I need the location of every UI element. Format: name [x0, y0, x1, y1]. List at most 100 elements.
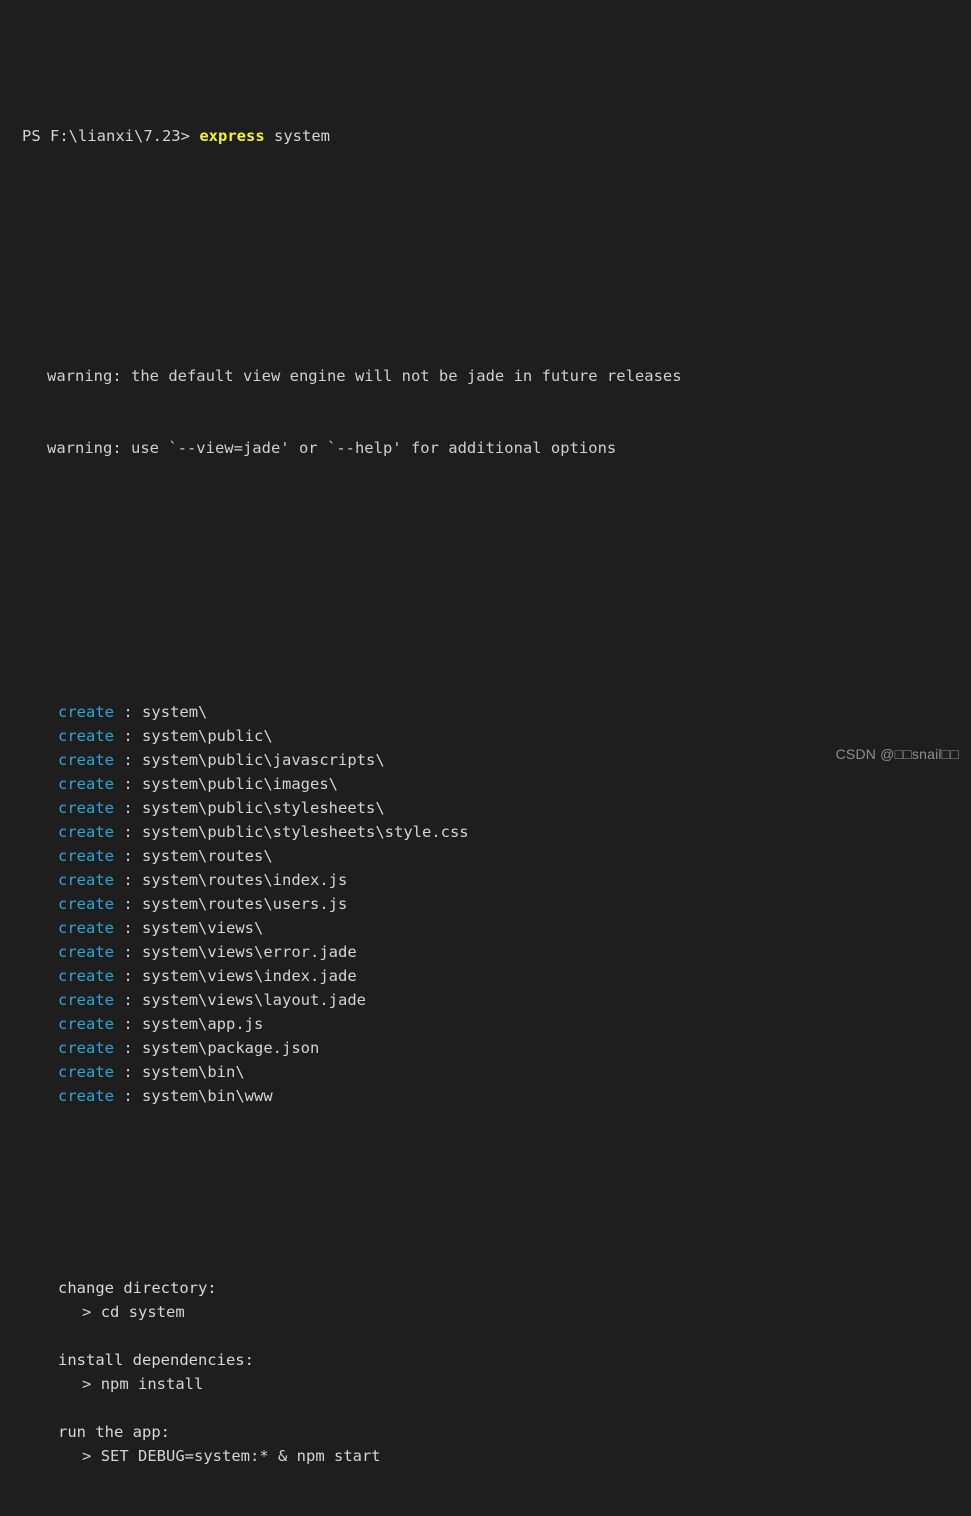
- section-heading: run the app:: [0, 1420, 971, 1444]
- section-heading-text: run the app:: [58, 1423, 170, 1441]
- create-separator: :: [123, 871, 133, 889]
- create-line: create : system\bin\www: [0, 1084, 971, 1108]
- create-space-1: [114, 943, 123, 961]
- create-path: system\views\error.jade: [142, 943, 357, 961]
- csdn-watermark: CSDN @□□snail□□: [835, 746, 959, 762]
- create-keyword: create: [58, 727, 114, 745]
- create-space-2: [133, 967, 142, 985]
- command-space: [91, 1303, 100, 1321]
- section-heading: change directory:: [0, 1276, 971, 1300]
- create-space-2: [133, 1015, 142, 1033]
- create-space-1: [114, 847, 123, 865]
- command-space: [91, 1375, 100, 1393]
- create-separator: :: [123, 895, 133, 913]
- create-separator: :: [123, 847, 133, 865]
- create-space-2: [133, 799, 142, 817]
- section-command-line: > cd system: [0, 1300, 971, 1324]
- create-space-2: [133, 871, 142, 889]
- create-space-1: [114, 727, 123, 745]
- create-separator: :: [123, 703, 133, 721]
- chevron-icon: >: [82, 1303, 92, 1321]
- create-separator: :: [123, 1087, 133, 1105]
- create-path: system\routes\index.js: [142, 871, 348, 889]
- create-path: system\public\: [142, 727, 273, 745]
- create-space-2: [133, 895, 142, 913]
- created-files-list: create : system\ create : system\public\ c…: [0, 700, 971, 1108]
- create-space-1: [114, 751, 123, 769]
- create-space-2: [133, 919, 142, 937]
- create-keyword: create: [58, 943, 114, 961]
- create-line: create : system\routes\users.js: [0, 892, 971, 916]
- create-keyword: create: [58, 751, 114, 769]
- create-path: system\views\layout.jade: [142, 991, 366, 1009]
- create-space-1: [114, 991, 123, 1009]
- create-line: create : system\views\: [0, 916, 971, 940]
- create-space-1: [114, 1039, 123, 1057]
- create-path: system\routes\: [142, 847, 273, 865]
- create-line: create : system\public\javascripts\: [0, 748, 971, 772]
- create-path: system\app.js: [142, 1015, 264, 1033]
- prompt-line[interactable]: PS F:\lianxi\7.23> express system: [0, 124, 971, 148]
- create-keyword: create: [58, 703, 114, 721]
- create-path: system\public\stylesheets\: [142, 799, 385, 817]
- create-line: create : system\public\stylesheets\style…: [0, 820, 971, 844]
- create-space-2: [133, 1039, 142, 1057]
- create-path: system\package.json: [142, 1039, 320, 1057]
- section-command-text: npm install: [100, 1375, 204, 1393]
- create-separator: :: [123, 1015, 133, 1033]
- create-space-1: [114, 823, 123, 841]
- chevron-icon: >: [82, 1447, 92, 1465]
- create-space-1: [114, 919, 123, 937]
- create-space-2: [133, 991, 142, 1009]
- create-keyword: create: [58, 967, 114, 985]
- create-keyword: create: [58, 895, 114, 913]
- create-separator: :: [123, 823, 133, 841]
- create-keyword: create: [58, 871, 114, 889]
- warning-text: warning: use `--view=jade' or `--help' f…: [47, 439, 617, 457]
- create-keyword: create: [58, 1087, 114, 1105]
- create-keyword: create: [58, 991, 114, 1009]
- create-separator: :: [123, 1039, 133, 1057]
- create-path: system\public\javascripts\: [142, 751, 385, 769]
- create-space-2: [133, 703, 142, 721]
- terminal-output: PS F:\lianxi\7.23> express system warnin…: [0, 0, 971, 1465]
- create-space-1: [114, 871, 123, 889]
- create-path: system\public\images\: [142, 775, 338, 793]
- create-keyword: create: [58, 1015, 114, 1033]
- prompt-path: PS F:\lianxi\7.23>: [22, 127, 190, 145]
- create-line: create : system\views\error.jade: [0, 940, 971, 964]
- create-path: system\bin\: [142, 1063, 245, 1081]
- create-keyword: create: [58, 775, 114, 793]
- warning-line-1: warning: the default view engine will no…: [0, 364, 971, 388]
- create-space-2: [133, 727, 142, 745]
- section-heading-text: install dependencies:: [58, 1351, 254, 1369]
- create-space-2: [133, 823, 142, 841]
- create-keyword: create: [58, 823, 114, 841]
- create-space-1: [114, 703, 123, 721]
- prompt-line-wrapper: PS F:\lianxi\7.23> express system: [0, 72, 971, 196]
- create-space-1: [114, 1087, 123, 1105]
- create-path: system\bin\www: [142, 1087, 273, 1105]
- create-space-1: [114, 799, 123, 817]
- create-separator: :: [123, 751, 133, 769]
- create-line: create : system\bin\: [0, 1060, 971, 1084]
- create-path: system\routes\users.js: [142, 895, 348, 913]
- create-separator: :: [123, 943, 133, 961]
- create-path: system\views\index.jade: [142, 967, 357, 985]
- create-line: create : system\routes\index.js: [0, 868, 971, 892]
- warning-line-2: warning: use `--view=jade' or `--help' f…: [0, 436, 971, 460]
- create-path: system\views\: [142, 919, 264, 937]
- create-space-2: [133, 847, 142, 865]
- create-space-2: [133, 1063, 142, 1081]
- create-keyword: create: [58, 847, 114, 865]
- prompt-argument: system: [274, 127, 330, 145]
- section-command-text: SET DEBUG=system:* & npm start: [100, 1447, 381, 1465]
- create-space-1: [114, 775, 123, 793]
- create-keyword: create: [58, 799, 114, 817]
- warning-text: warning: the default view engine will no…: [47, 367, 682, 385]
- section-command-text: cd system: [100, 1303, 185, 1321]
